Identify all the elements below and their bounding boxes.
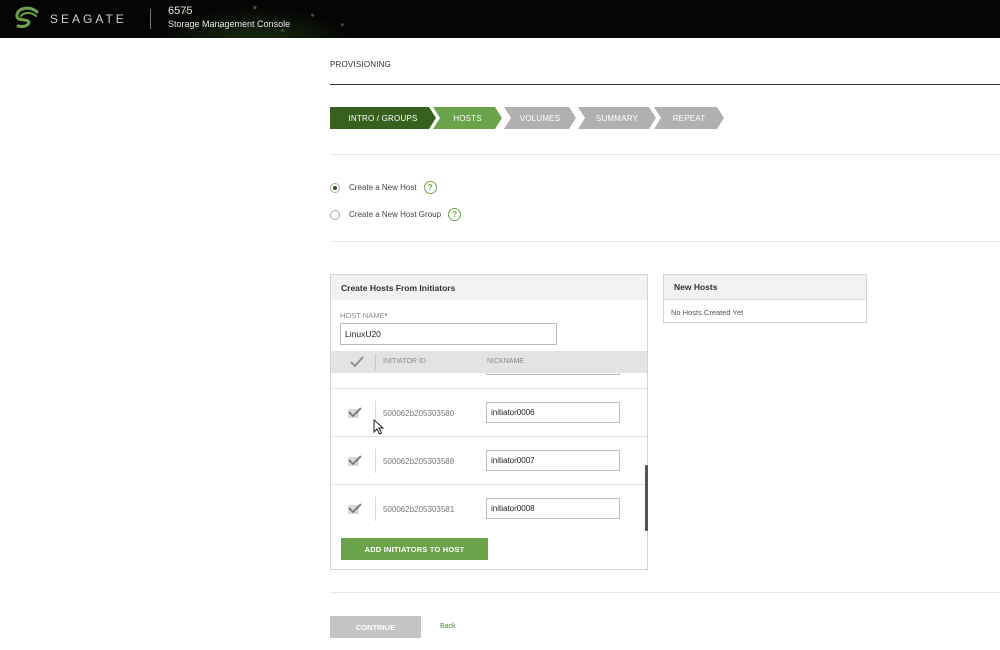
initiator-table-header: INITIATOR ID NICKNAME [331, 351, 647, 373]
table-row[interactable]: 500062b205303581 [331, 484, 647, 532]
add-initiators-button[interactable]: ADD INITIATORS TO HOST [341, 538, 488, 560]
new-hosts-panel: New Hosts No Hosts Created Yet [663, 274, 867, 323]
column-divider [375, 449, 376, 473]
create-host-label: Create a New Host [349, 183, 417, 192]
row-checkbox-icon[interactable] [348, 503, 362, 514]
initiator-id: 500062b205303581 [383, 505, 455, 514]
continue-button[interactable]: CONTINUE [330, 616, 421, 638]
section-divider [330, 154, 1000, 155]
column-divider [375, 354, 376, 370]
console-title: Storage Management Console [168, 19, 291, 29]
table-row[interactable]: 500062b205303588 [331, 436, 647, 484]
row-checkbox-icon[interactable] [348, 455, 362, 466]
nickname-input[interactable] [486, 402, 620, 423]
column-divider [375, 497, 376, 521]
nickname-input[interactable] [486, 450, 620, 471]
column-initiator-id: INITIATOR ID [383, 358, 426, 365]
title-divider [330, 84, 1000, 85]
create-host-radio[interactable] [330, 182, 340, 193]
host-name-input[interactable] [340, 323, 557, 345]
new-hosts-panel-title: New Hosts [664, 275, 866, 300]
header-divider [150, 9, 151, 29]
row-checkbox-icon[interactable] [348, 407, 362, 418]
page-title: PROVISIONING [330, 60, 392, 69]
section-divider [330, 592, 1000, 593]
create-hosts-panel-title: Create Hosts From Initiators [331, 275, 647, 300]
initiator-id: 500062b205303588 [383, 457, 455, 466]
create-host-group-label: Create a New Host Group [349, 210, 442, 219]
seagate-logo: SEAGATE [12, 4, 127, 34]
create-host-group-help-icon[interactable]: ? [448, 208, 462, 221]
option-create-host[interactable]: Create a New Host ? [330, 181, 437, 194]
nickname-input-partial[interactable] [486, 373, 620, 375]
seagate-swirl-icon [15, 6, 39, 28]
host-name-label: HOST NAME* [340, 311, 388, 320]
initiator-id: 500062b205303580 [383, 409, 455, 418]
wizard-step-intro-groups[interactable]: INTRO / GROUPS [330, 107, 436, 129]
column-nickname: NICKNAME [487, 358, 524, 365]
wizard-step-repeat: REPEAT [654, 107, 724, 129]
mouse-cursor-icon [373, 419, 385, 435]
wizard-step-hosts[interactable]: HOSTS [433, 107, 502, 129]
create-host-group-radio[interactable] [330, 209, 340, 220]
wizard-step-volumes: VOLUMES [504, 107, 576, 129]
section-divider [330, 241, 1000, 242]
system-model: 6575 [168, 5, 193, 17]
option-create-host-group[interactable]: Create a New Host Group ? [330, 208, 462, 221]
brand-name: SEAGATE [50, 12, 127, 26]
new-hosts-empty-message: No Hosts Created Yet [671, 308, 744, 317]
initiator-table-body[interactable]: 500062b205303580 500062b205303588 500062… [331, 373, 647, 532]
create-host-help-icon[interactable]: ? [423, 181, 437, 194]
wizard-step-summary: SUMMARY [578, 107, 656, 129]
back-link[interactable]: Back [440, 623, 456, 630]
table-scrollbar[interactable] [645, 465, 648, 531]
select-all-checkbox-icon[interactable] [350, 356, 364, 367]
nickname-input[interactable] [486, 498, 620, 519]
required-marker: * [384, 311, 388, 320]
app-header: SEAGATE 6575 Storage Management Console [0, 0, 1000, 38]
